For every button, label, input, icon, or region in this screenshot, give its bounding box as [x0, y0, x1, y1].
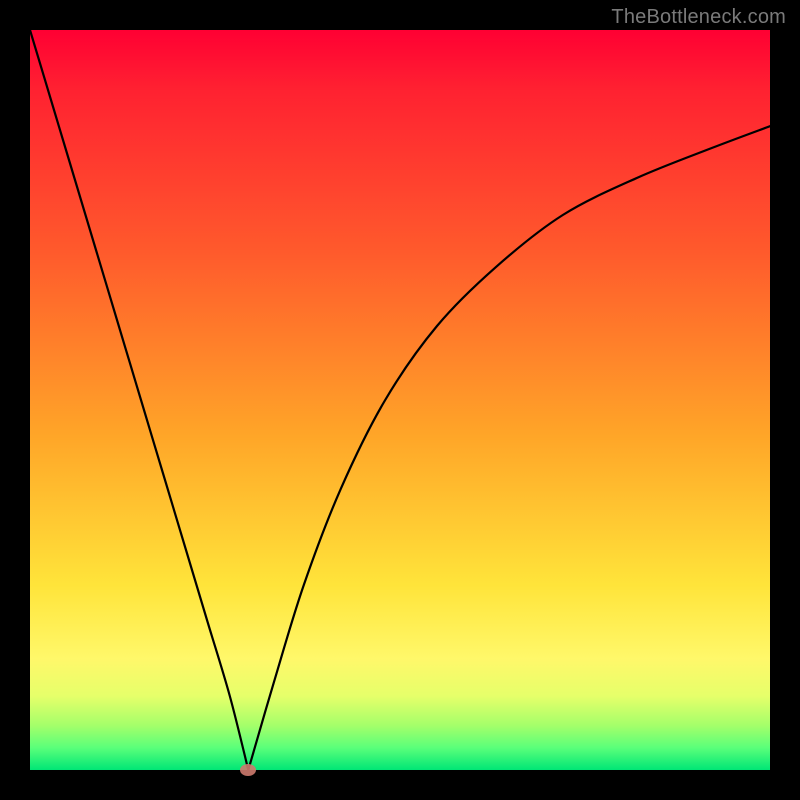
watermark-text: TheBottleneck.com [611, 6, 786, 29]
chart-frame: TheBottleneck.com [0, 0, 800, 800]
minimum-marker [240, 764, 256, 776]
plot-area [30, 30, 770, 770]
bottleneck-curve [30, 30, 770, 770]
